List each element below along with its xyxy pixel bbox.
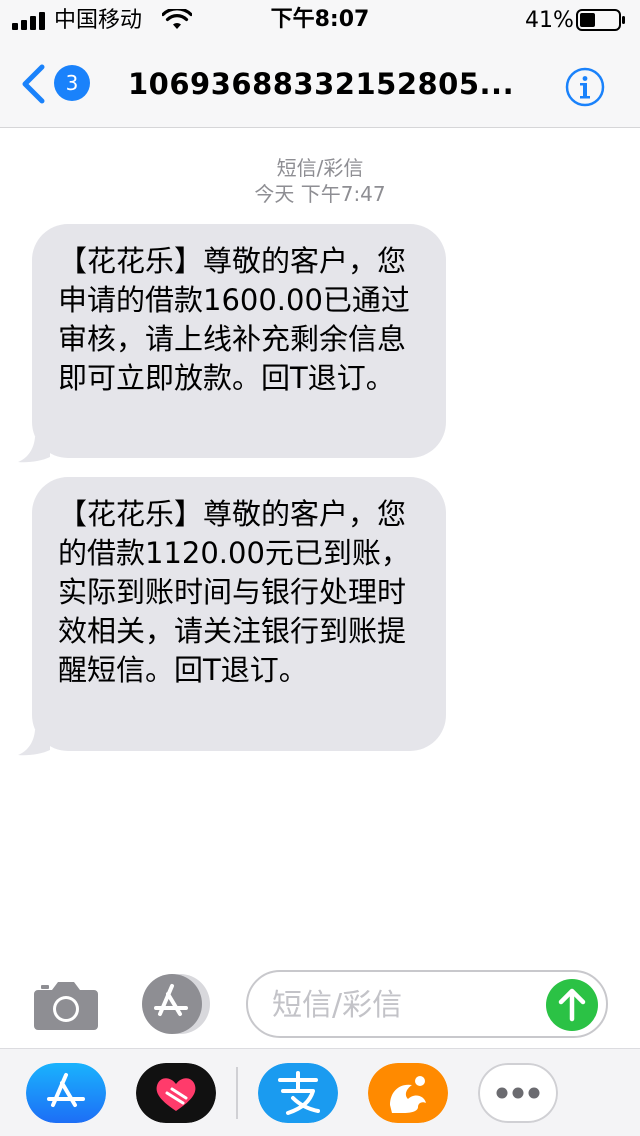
camera-icon[interactable] [32,978,100,1032]
conversation-title[interactable]: 106936883321528​05... [128,66,514,102]
drawer-divider [236,1067,238,1119]
chevron-left-icon [22,64,45,104]
info-icon[interactable] [565,67,605,107]
message-bubble-incoming[interactable]: 【花花乐】尊敬的客户，您申请的借款1600.00已通过审核，请上线补充剩余信息即… [32,224,446,458]
navigation-bar: 3 106936883321528​05... [0,40,640,128]
battery-icon [576,9,625,31]
battery-percentage: 41% [525,8,574,33]
back-button[interactable]: 3 [20,62,96,106]
app-drawer [0,1048,640,1136]
alipay-icon[interactable] [258,1063,338,1123]
status-bar: 中国移动 下午8:07 41% [0,0,640,40]
message-input[interactable] [272,984,532,1026]
message-bubble-incoming[interactable]: 【花花乐】尊敬的客户，您的借款1120.00元已到账，实际到账时间与银行处理时效… [32,477,446,751]
message-timestamp: 今天 下午7:47 [254,182,386,206]
digital-touch-icon[interactable] [136,1063,216,1123]
unread-count-badge: 3 [54,65,90,101]
message-type-label: 短信/彩信 [276,156,364,180]
more-icon[interactable] [478,1063,558,1123]
app-store-icon[interactable] [140,972,212,1036]
app-store-icon[interactable] [26,1063,106,1123]
send-arrow-icon[interactable] [546,979,598,1031]
uc-browser-icon[interactable] [368,1063,448,1123]
